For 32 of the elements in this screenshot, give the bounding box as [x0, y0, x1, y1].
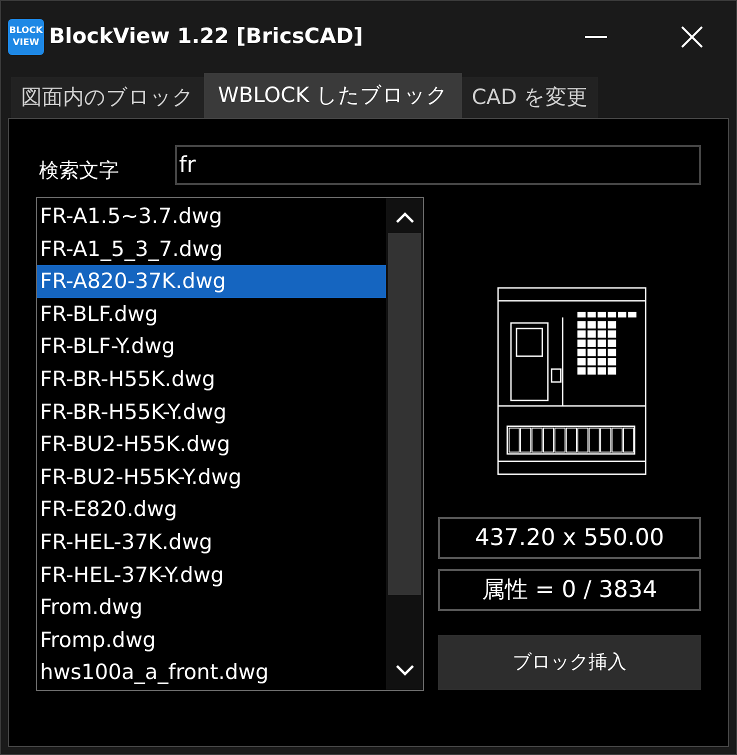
file-item[interactable]: FR-BR-H55K-Y.dwg	[37, 396, 386, 428]
attributes-display: 属性 = 0 / 3834	[438, 569, 701, 611]
search-label: 検索文字	[38, 157, 120, 184]
scroll-down-icon	[394, 664, 414, 676]
file-item[interactable]: FR-BU2-H55K-Y.dwg	[37, 460, 386, 494]
file-item[interactable]: FR-BR-H55K.dwg	[37, 362, 386, 396]
scroll-thumb[interactable]	[388, 233, 421, 595]
scrollbar[interactable]	[386, 198, 423, 690]
tab[interactable]: WBLOCK したブロック	[204, 73, 462, 118]
file-item[interactable]: FR-A1_5_3_7.dwg	[37, 232, 386, 266]
file-item[interactable]: FR-A1.5~3.7.dwg	[37, 200, 386, 233]
tab[interactable]: CAD を変更	[462, 77, 598, 118]
file-item[interactable]: FR-BLF-Y.dwg	[37, 330, 386, 363]
insert-block-button[interactable]: ブロック挿入	[438, 635, 701, 690]
file-item[interactable]: FR-HEL-37K-Y.dwg	[37, 558, 386, 592]
file-item[interactable]: FR-BLF.dwg	[37, 298, 386, 330]
close-icon	[681, 26, 703, 48]
icon-label: VIEW	[12, 37, 40, 49]
file-item[interactable]: FR-A820-37K.dwg	[37, 265, 386, 298]
search-field[interactable]: fr	[175, 145, 701, 185]
window-title: BlockView 1.22 [BricsCAD]	[49, 23, 364, 50]
file-item[interactable]: hws100a_a_front.dwg	[37, 656, 386, 689]
file-item[interactable]: FR-BU2-H55K.dwg	[37, 428, 386, 461]
file-item[interactable]: From.dwg	[37, 591, 386, 624]
scroll-up-icon	[394, 212, 414, 224]
file-item[interactable]: FR-HEL-37K.dwg	[37, 526, 386, 559]
dimensions-display: 437.20 x 550.00	[438, 517, 701, 559]
icon-label: BLOCK	[9, 25, 43, 37]
minimize-icon	[585, 36, 607, 38]
tab[interactable]: 図面内のブロック	[11, 77, 204, 118]
file-item[interactable]: Fromp.dwg	[37, 624, 386, 656]
file-item[interactable]: FR-E820.dwg	[37, 493, 386, 526]
